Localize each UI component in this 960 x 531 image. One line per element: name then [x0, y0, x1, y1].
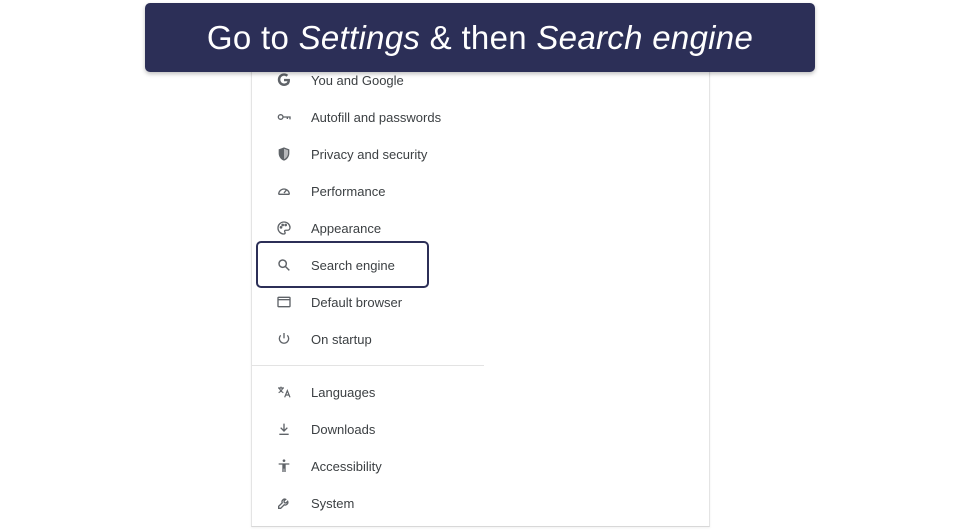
menu-item-privacy-and-security[interactable]: Privacy and security — [252, 136, 484, 172]
menu-item-autofill-and-passwords[interactable]: Autofill and passwords — [252, 99, 484, 135]
menu-item-label: Privacy and security — [311, 146, 428, 162]
menu-item-performance[interactable]: Performance — [252, 173, 484, 209]
power-icon — [275, 330, 293, 348]
shield-icon — [275, 145, 293, 163]
settings-sidebar: You and Google Autofill and passwords Pr… — [251, 40, 710, 527]
menu-item-label: Appearance — [311, 220, 382, 236]
download-icon — [275, 420, 293, 438]
search-icon — [275, 256, 293, 274]
menu-item-label: You and Google — [311, 72, 404, 88]
instruction-text-part: & then — [420, 18, 537, 56]
menu-item-label: Downloads — [311, 421, 376, 437]
instruction-search-engine-emphasis: Search engine — [536, 18, 754, 56]
accessibility-icon — [275, 457, 293, 475]
menu-item-downloads[interactable]: Downloads — [252, 411, 484, 447]
instruction-text-part: Go to — [206, 18, 299, 56]
menu-item-label: Default browser — [311, 294, 403, 310]
palette-icon — [275, 219, 293, 237]
key-icon — [275, 108, 293, 126]
menu-item-search-engine[interactable]: Search engine — [252, 247, 484, 283]
google-g-icon — [275, 71, 293, 89]
menu-item-label: Accessibility — [311, 458, 382, 474]
menu-item-on-startup[interactable]: On startup — [252, 321, 484, 357]
menu-item-appearance[interactable]: Appearance — [252, 210, 484, 246]
menu-item-label: Languages — [311, 384, 376, 400]
translate-icon — [275, 383, 293, 401]
menu-item-label: System — [311, 495, 355, 511]
menu-divider — [252, 365, 484, 366]
instruction-settings-emphasis: Settings — [298, 18, 421, 56]
browser-window-icon — [275, 293, 293, 311]
menu-item-label: Performance — [311, 183, 386, 199]
menu-item-label: Autofill and passwords — [311, 109, 442, 125]
gauge-icon — [275, 182, 293, 200]
menu-item-label: On startup — [311, 331, 372, 347]
menu-item-accessibility[interactable]: Accessibility — [252, 448, 484, 484]
menu-item-languages[interactable]: Languages — [252, 374, 484, 410]
wrench-icon — [275, 494, 293, 512]
instruction-banner: Go to Settings & then Search engine — [145, 3, 815, 72]
menu-item-default-browser[interactable]: Default browser — [252, 284, 484, 320]
instruction-text: Go to Settings & then Search engine — [207, 19, 753, 57]
menu-item-label: Search engine — [311, 257, 395, 273]
menu-item-system[interactable]: System — [252, 485, 484, 521]
